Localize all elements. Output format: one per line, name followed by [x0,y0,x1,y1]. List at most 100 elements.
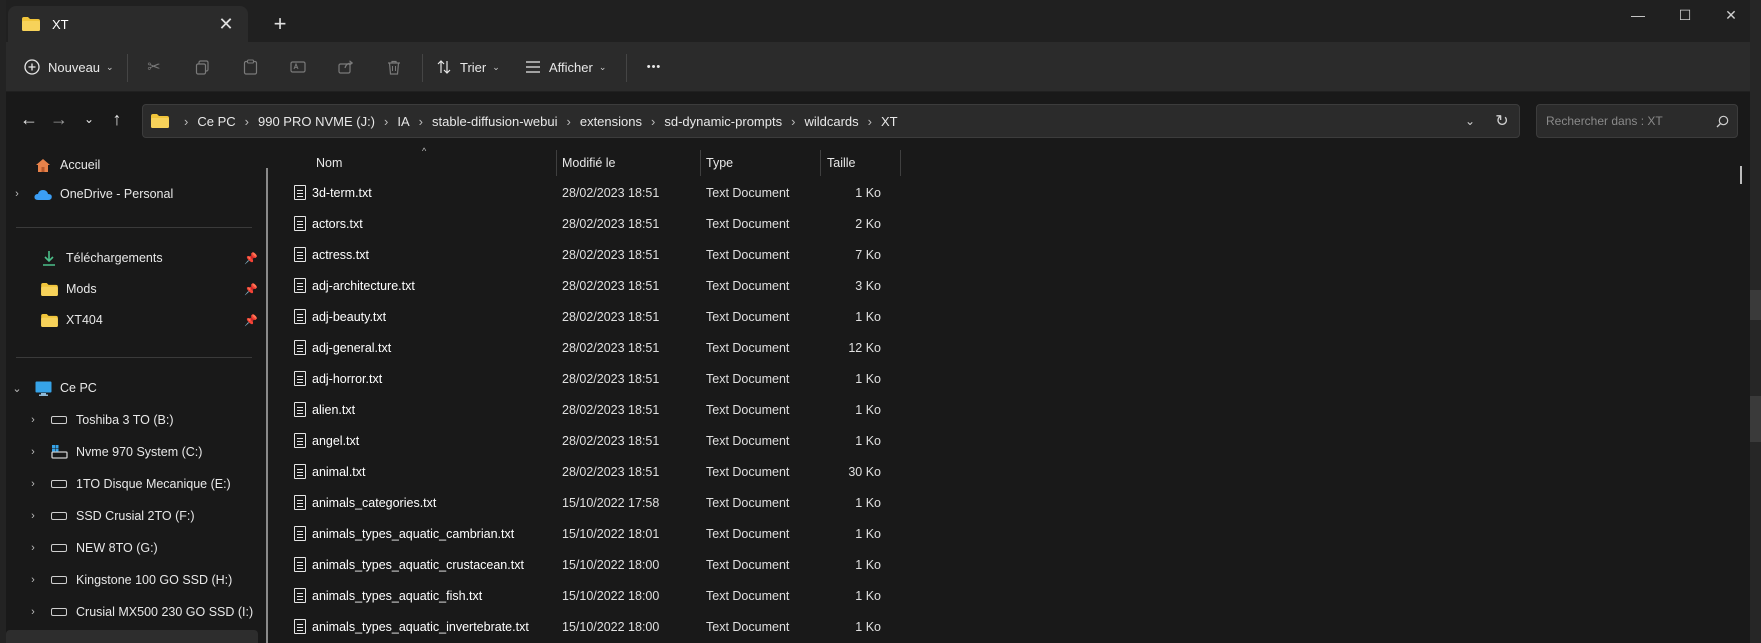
sidebar-item-home[interactable]: Accueil [6,150,258,180]
chevron-right-icon[interactable]: › [26,414,40,426]
column-header-modified[interactable]: Modifié le [562,148,616,178]
file-row[interactable]: adj-horror.txt 28/02/2023 18:51 Text Docum… [276,364,896,395]
sidebar-divider [16,227,252,228]
file-row[interactable]: animals_types_aquatic_crustacean.txt 15/1… [276,550,896,581]
breadcrumb-item[interactable]: sd-dynamic-prompts [664,114,782,129]
file-row[interactable]: animals_types_aquatic_invertebrate.txt 15… [276,612,896,643]
file-row[interactable]: actors.txt 28/02/2023 18:51 Text Document 2… [276,209,896,240]
column-resize-handle[interactable] [556,150,557,176]
file-row[interactable]: adj-architecture.txt 28/02/2023 18:51 Text… [276,271,896,302]
more-options-button[interactable]: ••• [636,52,672,82]
sort-ascending-icon: ^ [422,146,427,156]
file-row[interactable]: adj-beauty.txt 28/02/2023 18:51 Text Docum… [276,302,896,333]
sidebar-item-drive-f[interactable]: › SSD Crusial 2TO (F:) [6,501,258,531]
sidebar-item-drive-i[interactable]: › Crusial MX500 230 GO SSD (I:) [6,597,258,627]
view-button[interactable]: Afficher ⌄ [525,52,606,82]
sidebar-item-drive-g[interactable]: › NEW 8TO (G:) [6,533,258,563]
file-row[interactable]: animals_categories.txt 15/10/2022 17:58 Te… [276,488,896,519]
file-row[interactable]: adj-general.txt 28/02/2023 18:51 Text Docu… [276,333,896,364]
breadcrumb-item[interactable]: wildcards [804,114,858,129]
tab-xt[interactable]: XT ✕ [8,6,248,42]
forward-arrow-icon[interactable]: → [46,106,72,132]
breadcrumb: › Ce PC › 990 PRO NVME (J:) › IA › stabl… [175,114,1455,129]
chevron-right-icon[interactable]: › [384,114,388,129]
column-header-name[interactable]: Nom [316,148,342,178]
chevron-right-icon[interactable]: › [26,606,40,618]
pin-icon[interactable]: 📌 [244,314,258,327]
file-row[interactable]: actress.txt 28/02/2023 18:51 Text Document… [276,240,896,271]
maximize-button[interactable]: ☐ [1662,0,1708,30]
file-row[interactable]: angel.txt 28/02/2023 18:51 Text Document 1 … [276,426,896,457]
hard-drive-icon [50,604,68,620]
minimize-button[interactable]: — [1615,0,1661,30]
file-row[interactable]: 3d-term.txt 28/02/2023 18:51 Text Document… [276,178,896,209]
close-window-button[interactable]: ✕ [1708,0,1754,30]
breadcrumb-item[interactable]: 990 PRO NVME (J:) [258,114,375,129]
new-tab-button[interactable]: + [264,10,296,38]
pin-icon[interactable]: 📌 [244,283,258,296]
up-arrow-icon[interactable]: ↑ [104,106,130,132]
delete-icon[interactable] [376,52,412,82]
chevron-down-icon[interactable]: ⌄ [10,382,24,395]
file-row[interactable]: alien.txt 28/02/2023 18:51 Text Document 1 … [276,395,896,426]
breadcrumb-item-current[interactable]: XT [881,114,898,129]
chevron-right-icon[interactable]: › [868,114,872,129]
chevron-right-icon[interactable]: › [419,114,423,129]
file-type: Text Document [706,434,790,448]
sidebar-scrollbar[interactable] [266,168,268,643]
sidebar-item-this-pc[interactable]: ⌄ Ce PC [6,373,258,403]
address-history-chevron-icon[interactable]: ⌄ [1455,106,1485,136]
chevron-right-icon[interactable]: › [26,542,40,554]
breadcrumb-item[interactable]: extensions [580,114,642,129]
paste-icon[interactable] [232,52,268,82]
copy-icon[interactable] [184,52,220,82]
cut-icon[interactable]: ✂ [136,52,172,82]
rename-icon[interactable] [280,52,316,82]
search-input[interactable] [1546,114,1707,128]
recent-locations-chevron-icon[interactable]: ⌄ [76,106,102,132]
chevron-right-icon[interactable]: › [245,114,249,129]
sidebar-item-drive-c[interactable]: › Nvme 970 System (C:) [6,437,258,467]
column-resize-handle[interactable] [820,150,821,176]
chevron-right-icon[interactable]: › [651,114,655,129]
sidebar-item-onedrive[interactable]: › OneDrive - Personal [6,179,258,209]
column-resize-handle[interactable] [700,150,701,176]
chevron-right-icon[interactable]: › [26,446,40,458]
breadcrumb-item[interactable]: Ce PC [197,114,235,129]
file-modified: 28/02/2023 18:51 [562,372,660,386]
chevron-right-icon[interactable]: › [567,114,571,129]
back-arrow-icon[interactable]: ← [16,106,42,132]
breadcrumb-item[interactable]: stable-diffusion-webui [432,114,558,129]
share-icon[interactable] [328,52,364,82]
chevron-right-icon[interactable]: › [26,510,40,522]
sort-button[interactable]: Trier ⌄ [436,52,500,82]
home-icon [34,157,52,173]
file-list-scrollbar[interactable] [1740,166,1742,184]
sidebar-item-drive-h[interactable]: › Kingstone 100 GO SSD (H:) [6,565,258,595]
file-row[interactable]: animals_types_aquatic_fish.txt 15/10/2022… [276,581,896,612]
column-header-type[interactable]: Type [706,148,733,178]
chevron-right-icon[interactable]: › [791,114,795,129]
column-resize-handle[interactable] [900,150,901,176]
title-bar: XT ✕ + — ☐ ✕ [6,0,1750,42]
chevron-right-icon[interactable]: › [26,574,40,586]
file-row[interactable]: animal.txt 28/02/2023 18:51 Text Document 3… [276,457,896,488]
sidebar-item-mods[interactable]: Mods 📌 [6,274,258,304]
column-header-size[interactable]: Taille [827,148,856,178]
chevron-right-icon[interactable]: › [10,188,24,200]
chevron-right-icon[interactable]: › [184,114,188,129]
search-box[interactable] [1536,104,1738,138]
tab-close-icon[interactable]: ✕ [212,10,240,38]
refresh-icon[interactable]: ↻ [1485,106,1519,136]
file-row[interactable]: animals_types_aquatic_cambrian.txt 15/10/… [276,519,896,550]
sidebar-item-drive-e[interactable]: › 1TO Disque Mecanique (E:) [6,469,258,499]
pin-icon[interactable]: 📌 [244,252,258,265]
sidebar-item-xt404[interactable]: XT404 📌 [6,305,258,335]
sidebar-item-selected-partial[interactable] [6,630,258,643]
address-bar[interactable]: › Ce PC › 990 PRO NVME (J:) › IA › stabl… [142,104,1520,138]
chevron-right-icon[interactable]: › [26,478,40,490]
sidebar-item-drive-b[interactable]: › Toshiba 3 TO (B:) [6,405,258,435]
new-button[interactable]: Nouveau ⌄ [24,52,114,82]
sidebar-item-downloads[interactable]: Téléchargements 📌 [6,243,258,273]
breadcrumb-item[interactable]: IA [397,114,409,129]
